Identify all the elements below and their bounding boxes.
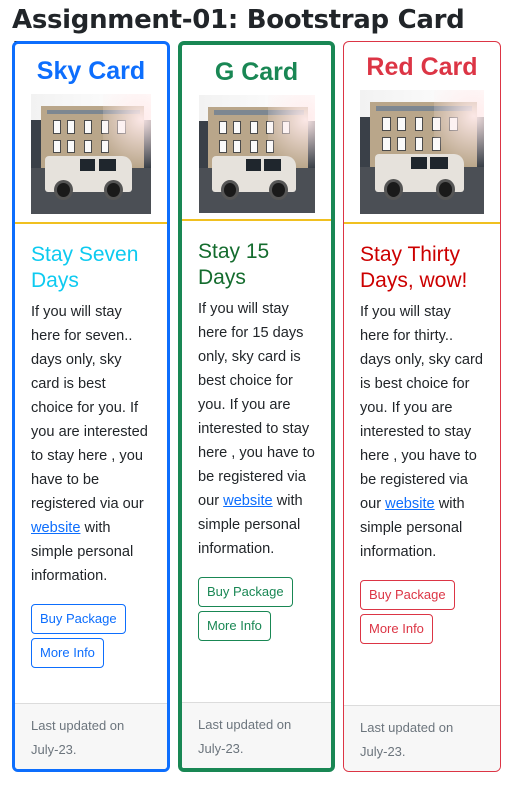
- card-text-part: If you will stay here for seven.. days o…: [31, 304, 148, 512]
- g-card: G Card Stay 15 Days If you will stay her…: [178, 41, 335, 772]
- sky-card: Sky Card Stay Seven Days If you will sta…: [12, 41, 170, 772]
- website-link[interactable]: website: [31, 520, 80, 536]
- card-title: Sky Card: [36, 57, 146, 85]
- more-info-button[interactable]: More Info: [31, 638, 104, 668]
- card-text: If you will stay here for thirty.. days …: [360, 300, 484, 564]
- card-footer: Last updated on July-23.: [344, 705, 500, 771]
- card-title: G Card: [214, 58, 299, 86]
- house-and-car-photo: [198, 95, 315, 213]
- card-heading: Stay Seven Days: [31, 243, 139, 292]
- more-info-button[interactable]: More Info: [198, 611, 271, 641]
- buy-package-button[interactable]: Buy Package: [360, 580, 455, 610]
- red-card: Red Card Stay Thirty Days, wow! If you w…: [343, 41, 501, 772]
- footer-text: Last updated on July-23.: [198, 717, 292, 756]
- card-text-part: If you will stay here for 15 days only, …: [198, 301, 315, 509]
- card-heading: Stay Thirty Days, wow!: [360, 243, 468, 292]
- house-and-car-photo: [31, 94, 151, 214]
- house-and-car-photo: [360, 90, 484, 214]
- card-heading: Stay 15 Days: [198, 240, 270, 289]
- website-link[interactable]: website: [385, 496, 434, 512]
- buy-package-button[interactable]: Buy Package: [198, 577, 293, 607]
- more-info-button[interactable]: More Info: [360, 614, 433, 644]
- card-footer: Last updated on July-23.: [182, 702, 331, 768]
- card-footer: Last updated on July-23.: [15, 703, 167, 769]
- buy-package-button[interactable]: Buy Package: [31, 604, 126, 634]
- card-text: If you will stay here for 15 days only, …: [198, 297, 315, 561]
- website-link[interactable]: website: [223, 493, 272, 509]
- card-text: If you will stay here for seven.. days o…: [31, 300, 151, 588]
- footer-text: Last updated on July-23.: [31, 718, 125, 757]
- card-title: Red Card: [366, 53, 478, 81]
- footer-text: Last updated on July-23.: [360, 720, 454, 759]
- card-text-part: If you will stay here for thirty.. days …: [360, 304, 484, 512]
